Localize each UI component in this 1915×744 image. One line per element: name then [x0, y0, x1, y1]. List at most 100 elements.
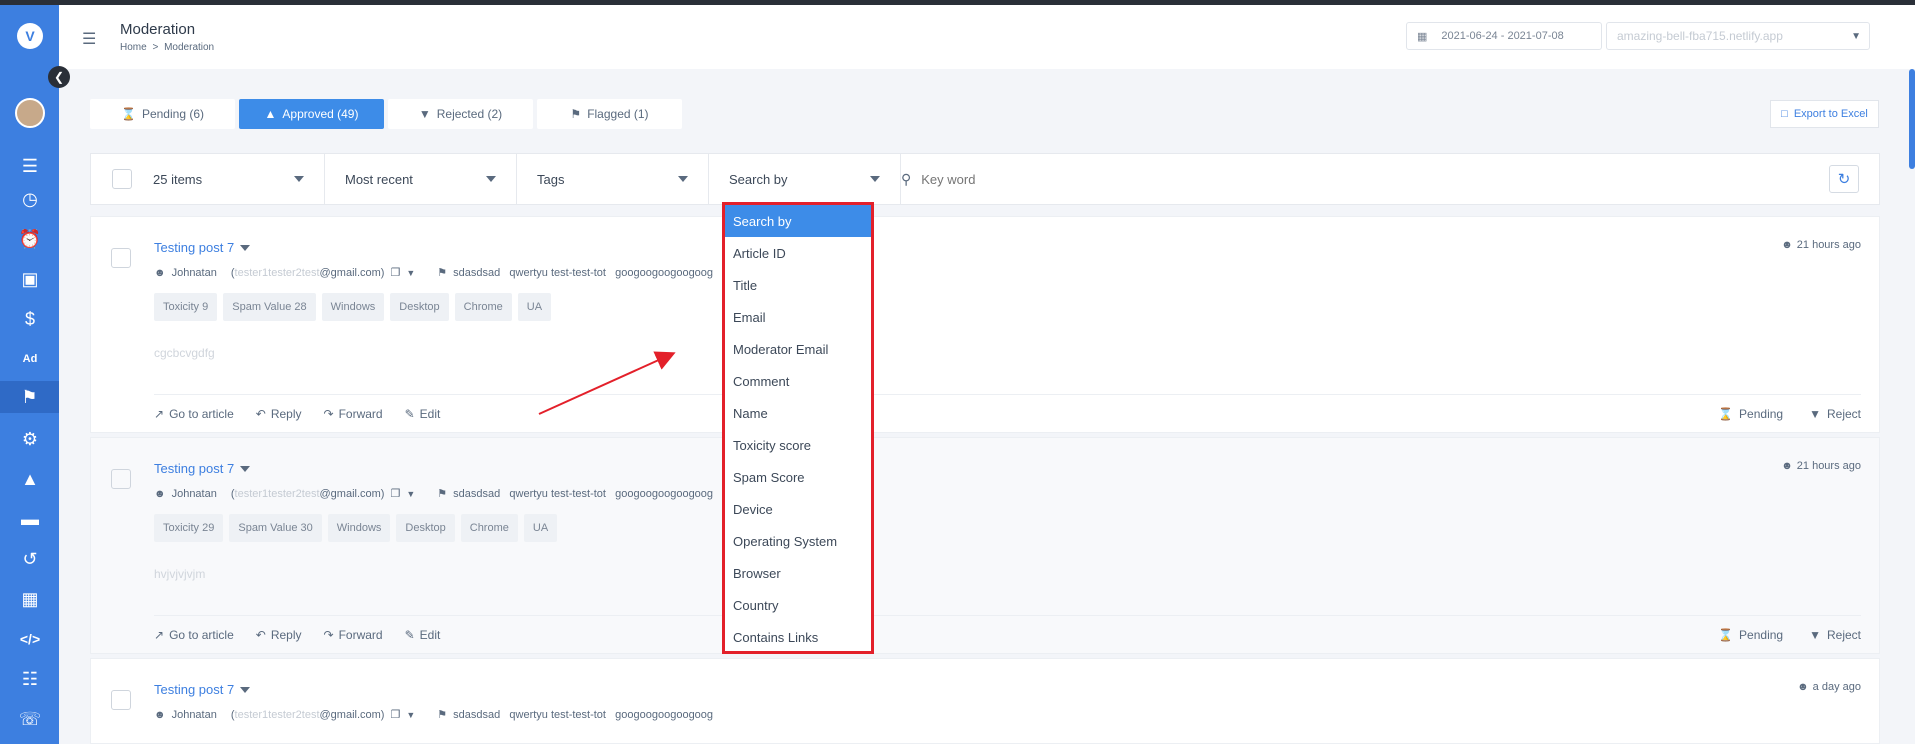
- post-title-text[interactable]: Testing post 7: [154, 682, 234, 697]
- post-checkbox[interactable]: [111, 690, 131, 710]
- menu-icon[interactable]: ☰: [82, 29, 96, 49]
- forward-button[interactable]: ↷ Forward: [324, 407, 383, 421]
- external-link-icon: ↗: [154, 628, 165, 642]
- export-to-excel-button[interactable]: □ Export to Excel: [1770, 100, 1879, 128]
- post-title[interactable]: Testing post 7: [154, 682, 251, 697]
- caret-down-icon[interactable]: [240, 686, 251, 693]
- dropdown-option[interactable]: Title: [725, 269, 871, 301]
- dropdown-option[interactable]: Spam Score: [725, 461, 871, 493]
- post-time-text: a day ago: [1812, 681, 1861, 693]
- forward-button[interactable]: ↷ Forward: [324, 628, 383, 642]
- chart-icon[interactable]: ▲: [14, 463, 46, 495]
- dollar-icon[interactable]: $: [14, 303, 46, 335]
- caret-down-icon: [486, 176, 496, 182]
- post-title[interactable]: Testing post 7: [154, 240, 251, 255]
- dropdown-option[interactable]: Name: [725, 397, 871, 429]
- caret-down-icon[interactable]: ▼: [406, 489, 415, 499]
- edit-icon: ✎: [404, 628, 415, 642]
- breadcrumb-home[interactable]: Home: [120, 42, 147, 53]
- scrollbar-thumb[interactable]: [1909, 69, 1915, 169]
- tab-approved[interactable]: ▲ Approved (49): [239, 99, 384, 129]
- site-select[interactable]: amazing-bell-fba715.netlify.app ▼: [1606, 22, 1870, 50]
- action-label: Edit: [419, 628, 441, 642]
- reject-button[interactable]: ▼ Reject: [1809, 628, 1861, 642]
- history-icon[interactable]: ↺: [14, 543, 46, 575]
- ad-icon[interactable]: Ad: [14, 343, 46, 375]
- avatar[interactable]: [15, 98, 45, 128]
- author-email: (tester1tester2test@gmail.com): [231, 488, 385, 500]
- post-checkbox[interactable]: [111, 248, 131, 268]
- post-status-actions: ⌛ Pending ▼ Reject: [1718, 407, 1861, 421]
- dropdown-option[interactable]: Article ID: [725, 237, 871, 269]
- alarm-icon[interactable]: ⏰: [14, 223, 46, 255]
- dropdown-option[interactable]: Country: [725, 589, 871, 621]
- search-by-value: Search by: [729, 171, 788, 187]
- thumbs-down-icon: ▼: [418, 107, 431, 121]
- sort-select[interactable]: Most recent: [325, 154, 517, 204]
- edit-button[interactable]: ✎ Edit: [405, 407, 441, 421]
- card-icon[interactable]: ▬: [14, 503, 46, 535]
- dropdown-option[interactable]: Contains Links: [725, 621, 871, 653]
- edit-button[interactable]: ✎ Edit: [405, 628, 441, 642]
- sort-value: Most recent: [345, 171, 413, 187]
- post-chips: Toxicity 9 Spam Value 28 Windows Desktop…: [154, 293, 552, 321]
- reply-button[interactable]: ↶ Reply: [256, 628, 302, 642]
- keyword-search: ⚲: [901, 154, 1622, 204]
- tab-pending[interactable]: ⌛ Pending (6): [90, 99, 235, 129]
- refresh-button[interactable]: ↻: [1829, 165, 1859, 193]
- post-checkbox[interactable]: [111, 469, 131, 489]
- collapse-sidebar-button[interactable]: ❮: [48, 66, 70, 88]
- tab-rejected[interactable]: ▼ Rejected (2): [388, 99, 533, 129]
- list-icon[interactable]: ☰: [14, 150, 46, 182]
- calendar-icon[interactable]: ▦: [14, 583, 46, 615]
- gear-icon[interactable]: ⚙: [14, 423, 46, 455]
- date-range-picker[interactable]: ▦ 2021-06-24 - 2021-07-08: [1406, 22, 1602, 50]
- caret-down-icon[interactable]: [240, 465, 251, 472]
- dropdown-option[interactable]: Moderator Email: [725, 333, 871, 365]
- chip-toxicity: Toxicity 9: [154, 293, 218, 321]
- dropdown-option[interactable]: Toxicity score: [725, 429, 871, 461]
- action-label: Reply: [270, 628, 302, 642]
- dropdown-option[interactable]: Email: [725, 301, 871, 333]
- items-per-page-select[interactable]: 25 items: [133, 154, 325, 204]
- headset-icon[interactable]: ☏: [14, 703, 46, 735]
- dropdown-option[interactable]: Operating System: [725, 525, 871, 557]
- code-icon[interactable]: </>: [14, 623, 46, 655]
- copy-icon[interactable]: ❐: [390, 708, 400, 721]
- pending-button[interactable]: ⌛ Pending: [1718, 628, 1783, 642]
- tags-select[interactable]: Tags: [517, 154, 709, 204]
- dropdown-option[interactable]: Search by: [725, 205, 871, 237]
- tab-flagged[interactable]: ⚑ Flagged (1): [537, 99, 682, 129]
- dropdown-option[interactable]: Device: [725, 493, 871, 525]
- post-title[interactable]: Testing post 7: [154, 461, 251, 476]
- scrollbar-track[interactable]: [1909, 69, 1915, 744]
- library-icon[interactable]: ☷: [14, 663, 46, 695]
- keyword-input[interactable]: [921, 171, 1622, 187]
- search-by-select[interactable]: Search by: [709, 154, 901, 204]
- post-title-text[interactable]: Testing post 7: [154, 240, 234, 255]
- megaphone-icon[interactable]: ⚑: [0, 381, 59, 413]
- reply-button[interactable]: ↶ Reply: [256, 407, 302, 421]
- book-icon[interactable]: ▣: [14, 263, 46, 295]
- thumbs-up-icon: ▲: [264, 107, 277, 121]
- clock-icon[interactable]: ◷: [14, 183, 46, 215]
- copy-icon[interactable]: ❐: [390, 487, 400, 500]
- reject-button[interactable]: ▼ Reject: [1809, 407, 1861, 421]
- dropdown-option[interactable]: Comment: [725, 365, 871, 397]
- pending-button[interactable]: ⌛ Pending: [1718, 407, 1783, 421]
- go-to-article-button[interactable]: ↗ Go to article: [154, 407, 234, 421]
- caret-down-icon[interactable]: [240, 244, 251, 251]
- caret-down-icon[interactable]: ▼: [406, 268, 415, 278]
- logo[interactable]: V: [17, 23, 43, 49]
- go-to-article-button[interactable]: ↗ Go to article: [154, 628, 234, 642]
- reply-icon: ↶: [255, 628, 266, 642]
- select-all-checkbox[interactable]: [112, 169, 132, 189]
- tags-line: sdasdsad qwertyu test-test-tot googoogoo…: [453, 487, 714, 500]
- chip-toxicity: Toxicity 29: [154, 514, 224, 542]
- caret-down-icon[interactable]: ▼: [406, 710, 415, 720]
- dropdown-option[interactable]: Browser: [725, 557, 871, 589]
- post-title-text[interactable]: Testing post 7: [154, 461, 234, 476]
- chip-country: UA: [523, 514, 558, 542]
- email-muted: tester1tester2test: [234, 708, 320, 721]
- copy-icon[interactable]: ❐: [390, 266, 400, 279]
